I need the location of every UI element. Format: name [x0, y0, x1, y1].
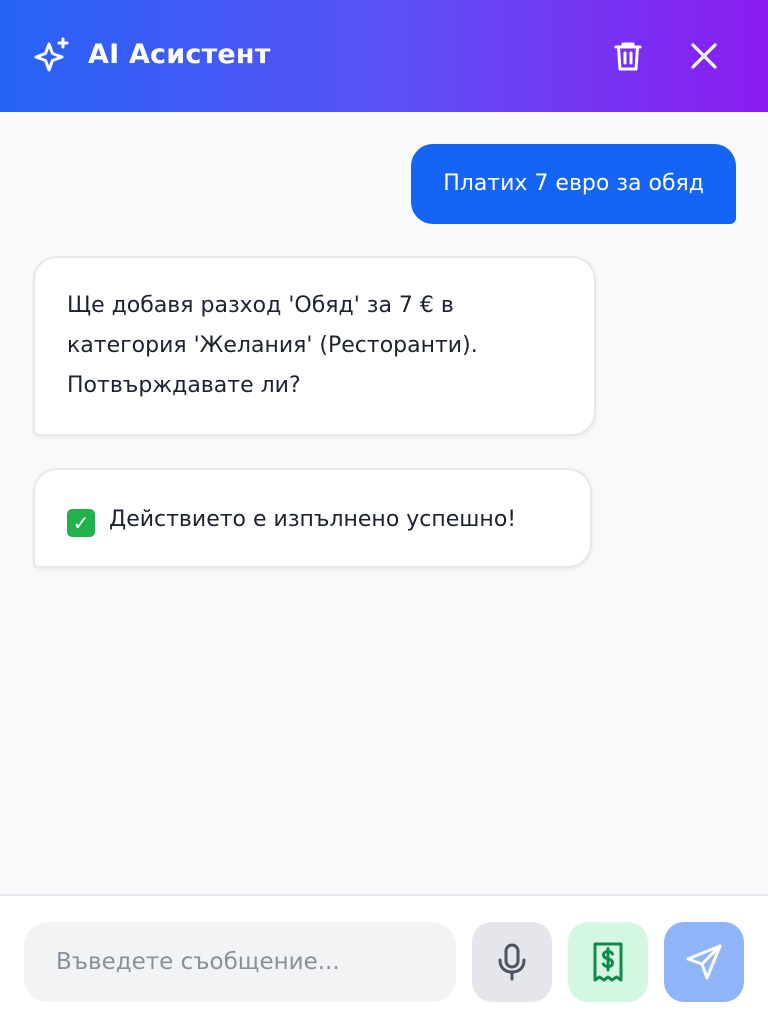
assistant-message-line: Ще добавя разход 'Обяд' за 7 € в — [67, 293, 454, 318]
receipt-icon — [593, 942, 623, 982]
user-message: Платих 7 евро за обяд — [411, 144, 736, 224]
assistant-status-message: ✓ Действието е изпълнено успешно! — [33, 468, 592, 568]
trash-icon[interactable] — [610, 38, 646, 74]
assistant-message-line: Потвърждавате ли? — [67, 373, 301, 398]
mic-icon — [498, 943, 526, 981]
receipt-button[interactable] — [568, 922, 648, 1002]
chat-header: AI Асистент — [0, 0, 768, 112]
composer — [0, 894, 768, 1024]
check-icon: ✓ — [67, 509, 95, 537]
send-icon — [686, 944, 722, 980]
send-button[interactable] — [664, 922, 744, 1002]
message-input[interactable] — [24, 922, 456, 1002]
assistant-message-line: категория 'Желания' (Ресторанти). — [67, 333, 478, 358]
status-text: Действието е изпълнено успешно! — [109, 507, 517, 532]
assistant-message: Ще добавя разход 'Обяд' за 7 € в категор… — [33, 256, 596, 436]
close-icon[interactable] — [686, 38, 722, 74]
chat-messages[interactable]: Платих 7 евро за обяд Ще добавя разход '… — [0, 112, 768, 894]
mic-button[interactable] — [472, 922, 552, 1002]
sparkle-icon — [34, 37, 69, 72]
header-title: AI Асистент — [88, 39, 271, 70]
